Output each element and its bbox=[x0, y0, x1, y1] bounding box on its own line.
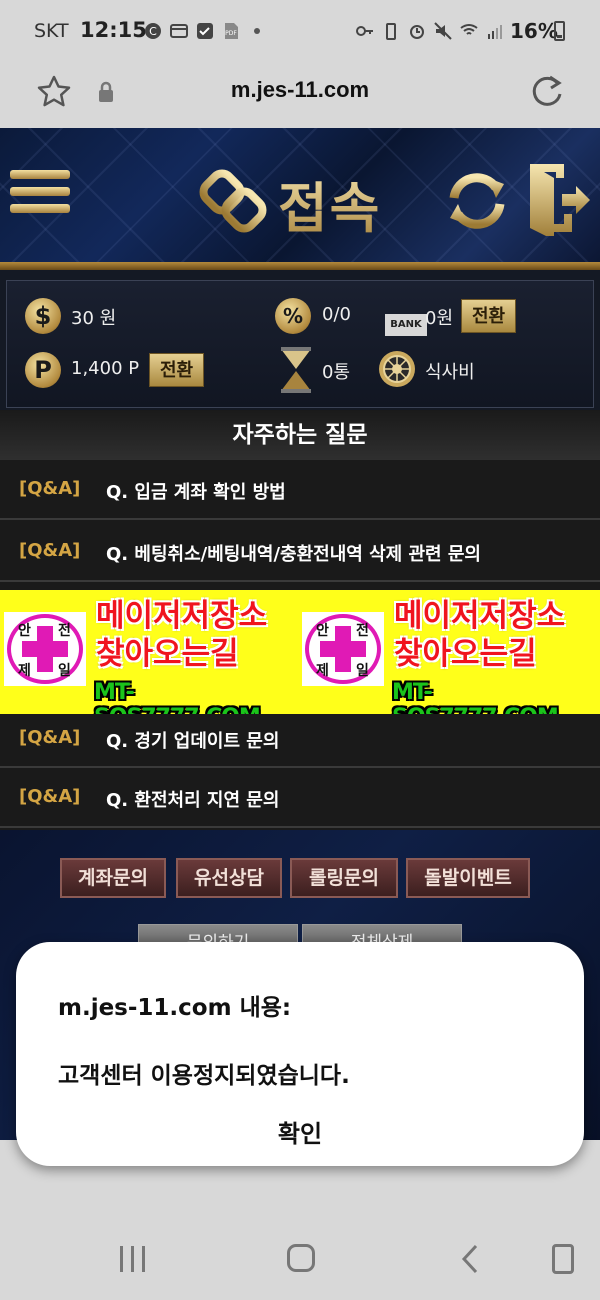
ad-url: MT-SOS7777.COM bbox=[392, 680, 559, 714]
phone-consult-button[interactable]: 유선상담 bbox=[176, 858, 282, 898]
dot-icon bbox=[254, 28, 260, 34]
faq-item[interactable]: [Q&A] Q. 베팅취소/베팅내역/충환전내역 삭제 관련 문의 bbox=[0, 522, 600, 582]
bank-convert-button[interactable]: 전환 bbox=[461, 299, 517, 333]
faq-item[interactable]: [Q&A] Q. 환전처리 지연 문의 bbox=[0, 768, 600, 828]
reload-icon[interactable] bbox=[528, 72, 566, 110]
faq-title: 자주하는 질문 bbox=[0, 410, 600, 460]
percent-coin-icon: % bbox=[275, 298, 311, 334]
signal-icon bbox=[488, 25, 502, 39]
hamburger-menu-icon[interactable] bbox=[10, 170, 70, 222]
c-circle-icon: C bbox=[145, 23, 161, 39]
badge-char: 안 bbox=[316, 623, 329, 639]
dialog-ok-button[interactable]: 확인 bbox=[16, 1114, 584, 1149]
faq-question: Q. 경기 업데이트 문의 bbox=[106, 731, 280, 752]
account-info-box: $ 30 원 % 0/0 BANK 0원 전환 P 1,400 P 전환 0통 … bbox=[6, 280, 594, 408]
alarm-icon bbox=[410, 25, 424, 39]
dialog-message: 고객센터 이용정지되였습니다. bbox=[58, 1063, 350, 1089]
account-inquiry-button[interactable]: 계좌문의 bbox=[60, 858, 166, 898]
faq-item[interactable]: [Q&A] Q. 경기 업데이트 문의 bbox=[0, 714, 600, 768]
point-coin-icon: P bbox=[25, 352, 61, 388]
battery-icon bbox=[554, 21, 565, 41]
safety-cross-icon: 안 전 제 일 bbox=[302, 612, 384, 686]
refresh-icon[interactable] bbox=[440, 168, 514, 234]
site-header: 접속 bbox=[0, 128, 600, 270]
battery-percent: 16% bbox=[510, 19, 558, 43]
point-convert-button[interactable]: 전환 bbox=[149, 353, 205, 387]
ad-banner[interactable]: 안 전 제 일 메이저저장소 찾아오는길 MT-SOS7777.COM 안 전 … bbox=[0, 590, 600, 714]
badge-char: 제 bbox=[18, 663, 31, 679]
key-icon bbox=[356, 26, 373, 36]
faq-item[interactable]: [Q&A] Q. 입금 계좌 확인 방법 bbox=[0, 460, 600, 520]
ticket-count: 0통 bbox=[322, 362, 351, 383]
point-balance: 1,400 P bbox=[71, 358, 140, 379]
home-icon[interactable] bbox=[287, 1244, 315, 1272]
badge-char: 전 bbox=[356, 623, 369, 639]
system-icons bbox=[356, 22, 504, 40]
dialog-title: m.jes-11.com 내용: bbox=[58, 995, 292, 1021]
site-logo-text[interactable]: 접속 bbox=[278, 164, 381, 243]
browser-url-bar: m.jes-11.com bbox=[0, 62, 600, 128]
header-divider bbox=[0, 262, 600, 270]
badge-char: 안 bbox=[18, 623, 31, 639]
notification-icons: C PDF bbox=[144, 22, 266, 40]
wifi-icon bbox=[460, 24, 478, 35]
svg-text:C: C bbox=[149, 25, 157, 38]
ad-subline: 찾아오는길 bbox=[96, 636, 239, 672]
cash-balance: 30 원 bbox=[71, 308, 117, 329]
badge-char: 일 bbox=[356, 663, 369, 679]
faq-tag: [Q&A] bbox=[19, 727, 81, 748]
pdf-icon: PDF bbox=[225, 23, 238, 39]
surprise-event-button[interactable]: 돌발이벤트 bbox=[406, 858, 530, 898]
ad-unit-right[interactable]: 안 전 제 일 메이저저장소 찾아오는길 MT-SOS7777.COM bbox=[298, 590, 596, 714]
faq-question: Q. 베팅취소/베팅내역/충환전내역 삭제 관련 문의 bbox=[106, 544, 481, 565]
faq-tag: [Q&A] bbox=[19, 540, 81, 561]
carrier-label: SKT bbox=[34, 20, 69, 42]
check-box-icon bbox=[197, 23, 213, 39]
logout-door-icon[interactable] bbox=[526, 160, 590, 236]
roulette-icon bbox=[379, 351, 415, 387]
faq-tag: [Q&A] bbox=[19, 478, 81, 499]
status-bar: SKT 12:15 C PDF 16% bbox=[0, 0, 600, 62]
ad-url: MT-SOS7777.COM bbox=[94, 680, 261, 714]
account-info-panel: $ 30 원 % 0/0 BANK 0원 전환 P 1,400 P 전환 0통 … bbox=[0, 270, 600, 410]
badge-char: 전 bbox=[58, 623, 71, 639]
dollar-coin-icon: $ bbox=[25, 298, 61, 334]
keyboard-toggle-icon[interactable] bbox=[552, 1244, 574, 1274]
ad-unit-left[interactable]: 안 전 제 일 메이저저장소 찾아오는길 MT-SOS7777.COM bbox=[0, 590, 298, 714]
rolling-inquiry-button[interactable]: 롤링문의 bbox=[290, 858, 398, 898]
battery-saver-icon bbox=[386, 23, 396, 40]
system-navigation-bar bbox=[0, 1206, 600, 1300]
clock: 12:15 bbox=[80, 18, 147, 42]
badge-char: 제 bbox=[316, 663, 329, 679]
bank-balance: 0원 bbox=[425, 308, 454, 329]
ticket-icon bbox=[281, 347, 311, 393]
faq-tag: [Q&A] bbox=[19, 786, 81, 807]
safety-cross-icon: 안 전 제 일 bbox=[4, 612, 86, 686]
knot-logo-icon bbox=[199, 169, 267, 233]
url-display[interactable]: m.jes-11.com bbox=[0, 77, 600, 103]
card-icon bbox=[170, 24, 188, 38]
meal-label: 식사비 bbox=[425, 362, 475, 383]
back-icon[interactable] bbox=[458, 1244, 482, 1274]
badge-char: 일 bbox=[58, 663, 71, 679]
ad-subline: 찾아오는길 bbox=[394, 636, 537, 672]
mute-icon bbox=[434, 22, 452, 40]
faq-question: Q. 환전처리 지연 문의 bbox=[106, 790, 280, 811]
faq-question: Q. 입금 계좌 확인 방법 bbox=[106, 482, 286, 503]
alert-dialog: m.jes-11.com 내용: 고객센터 이용정지되였습니다. 확인 bbox=[16, 942, 584, 1166]
recent-apps-icon[interactable] bbox=[118, 1246, 148, 1272]
bank-icon: BANK bbox=[385, 314, 427, 336]
svg-text:PDF: PDF bbox=[225, 30, 237, 37]
ratio-value: 0/0 bbox=[322, 304, 351, 325]
